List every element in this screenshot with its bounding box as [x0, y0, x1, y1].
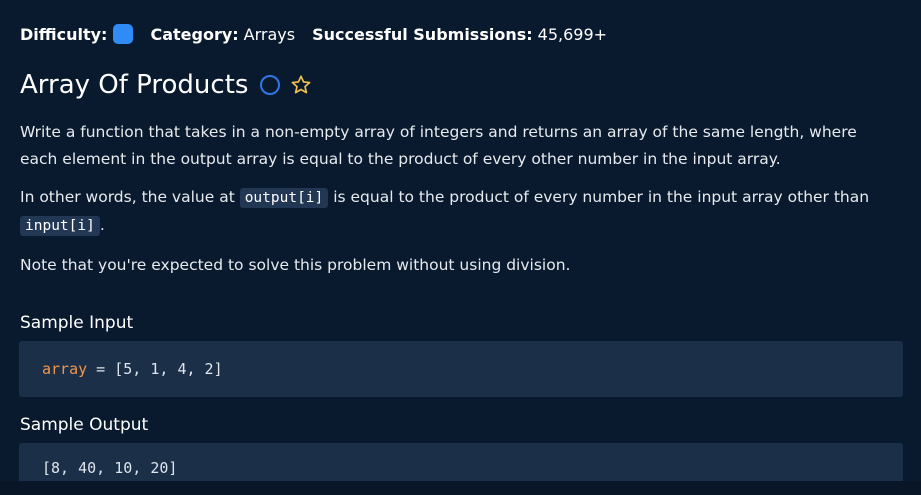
problem-title-row: Array Of Products	[20, 68, 312, 102]
description-paragraph-1: Write a function that takes in a non-emp…	[20, 123, 857, 168]
array-literal: = [5, 1, 4, 2]	[87, 360, 223, 378]
problem-page: Difficulty: Category: Arrays Successful …	[0, 0, 921, 495]
difficulty-label: Difficulty:	[20, 24, 108, 44]
sample-output-heading: Sample Output	[20, 415, 149, 435]
category-value: Arrays	[243, 24, 296, 44]
output-literal: [8, 40, 10, 20]	[42, 459, 178, 477]
description-text: .	[99, 216, 105, 234]
difficulty-icon	[113, 24, 134, 44]
submissions-label: Successful Submissions:	[312, 24, 533, 44]
description-paragraph-2: In other words, the value at output[i] i…	[20, 184, 880, 240]
sample-input-code-block: array = [5, 1, 4, 2]	[19, 341, 903, 397]
submissions-value: 45,699+	[537, 24, 608, 44]
description-paragraph-3: Note that you're expected to solve this …	[20, 256, 571, 274]
description-text: is equal to the product of every number …	[328, 188, 870, 206]
description-text: In other words, the value at	[20, 188, 240, 206]
problem-meta-bar: Difficulty: Category: Arrays Successful …	[20, 24, 607, 44]
completion-circle-icon[interactable]	[260, 75, 281, 95]
sample-input-heading: Sample Input	[20, 313, 134, 333]
input-i-code: input[i]	[20, 216, 100, 236]
category-label: Category:	[150, 24, 239, 44]
output-i-code: output[i]	[239, 188, 329, 208]
star-icon[interactable]	[290, 74, 312, 96]
array-variable: array	[42, 360, 88, 378]
page-title: Array Of Products	[20, 70, 249, 100]
bottom-bar	[0, 481, 921, 495]
